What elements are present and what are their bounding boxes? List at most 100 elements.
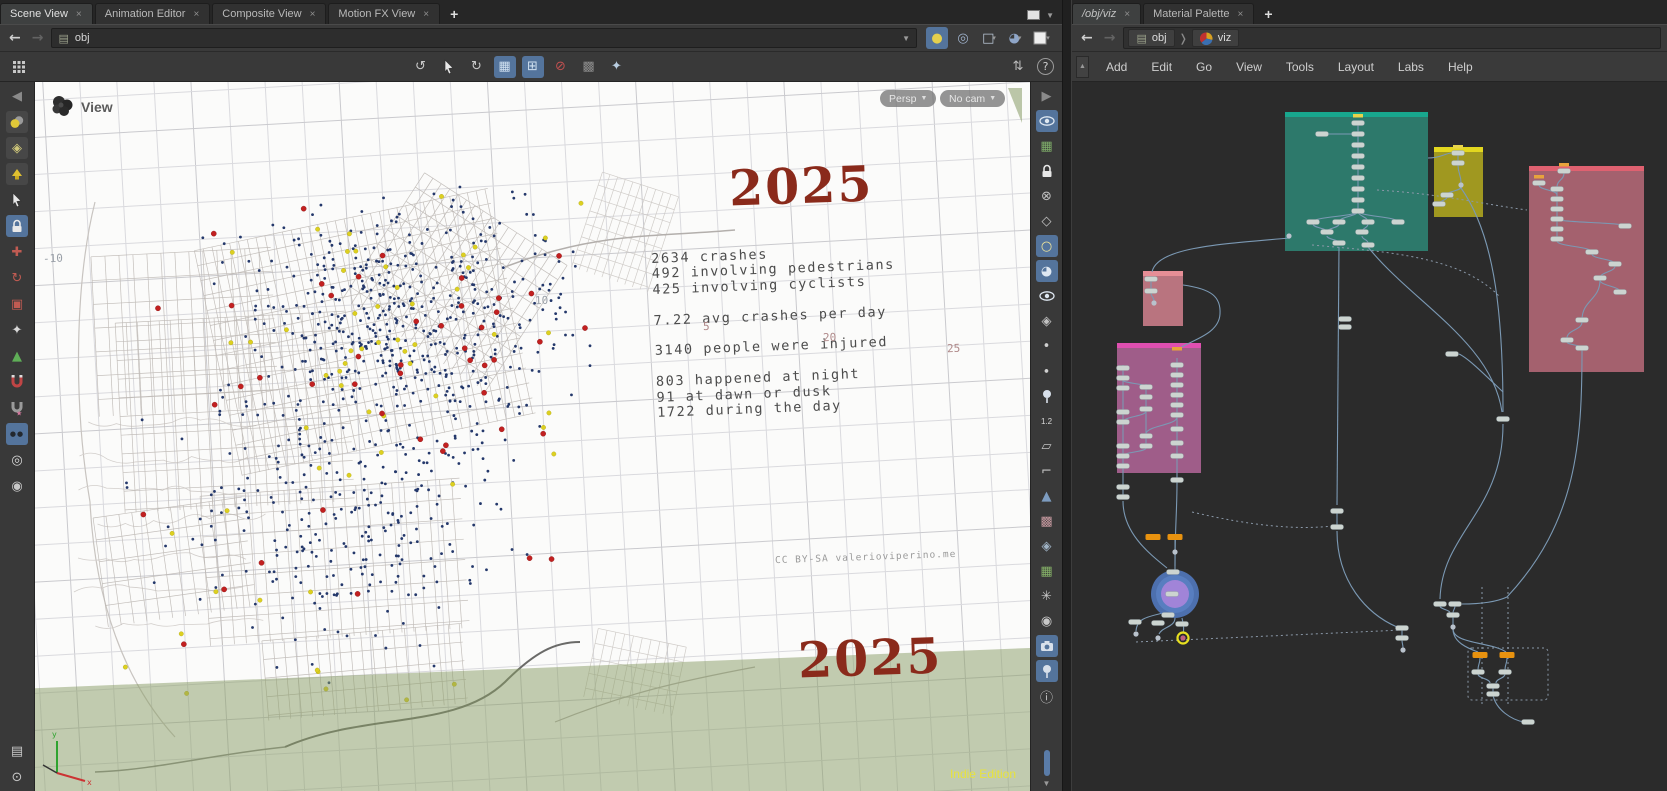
network-node[interactable]	[1117, 454, 1130, 459]
menu-layout[interactable]: Layout	[1327, 56, 1385, 78]
display-preset-icon[interactable]: ◈	[6, 137, 28, 159]
camera-select-button[interactable]: No cam ▼	[940, 90, 1005, 107]
network-node[interactable]	[1441, 193, 1454, 198]
network-node-orange[interactable]	[1168, 534, 1183, 540]
translate-handle-icon[interactable]: ✚	[6, 241, 28, 263]
network-node[interactable]	[1117, 420, 1130, 425]
back-arrow-icon[interactable]: ←	[6, 30, 24, 46]
network-node[interactable]	[1140, 434, 1153, 439]
prim-hull-icon[interactable]: ▱	[1036, 435, 1058, 457]
tab-composite-view[interactable]: Composite View ×	[212, 3, 326, 24]
network-node[interactable]	[1558, 169, 1571, 174]
network-node[interactable]	[1145, 289, 1158, 294]
network-node[interactable]	[1171, 454, 1184, 459]
network-node[interactable]	[1609, 262, 1622, 267]
close-icon[interactable]: ×	[75, 9, 83, 20]
profile-handle-icon[interactable]: ⌐	[1036, 460, 1058, 482]
stow-collapse-icon[interactable]: ◀	[6, 85, 28, 107]
snap-magnet-star-icon[interactable]: ★	[6, 397, 28, 419]
network-node[interactable]	[1145, 277, 1158, 282]
stash-icon[interactable]: ▩	[578, 56, 600, 78]
sort-order-icon[interactable]: ⇅	[1007, 56, 1029, 78]
network-node[interactable]	[1140, 407, 1153, 412]
network-node[interactable]	[1362, 243, 1375, 248]
network-node[interactable]	[1117, 495, 1130, 500]
network-node[interactable]	[1551, 237, 1564, 242]
snap-frame-icon[interactable]: ⊞	[522, 56, 544, 78]
snapshot-camera-icon[interactable]	[1036, 635, 1058, 657]
network-node[interactable]	[1561, 338, 1574, 343]
network-node[interactable]	[1352, 143, 1365, 148]
network-node[interactable]	[1339, 325, 1352, 330]
normal-lighting-icon[interactable]: ○	[1036, 235, 1058, 257]
network-node[interactable]	[1576, 346, 1589, 351]
network-node[interactable]	[1333, 241, 1346, 246]
select-tool-icon[interactable]	[438, 56, 460, 78]
network-node[interactable]	[1433, 202, 1446, 207]
ghosting-off-icon[interactable]: ⊘	[550, 56, 572, 78]
network-node[interactable]	[1176, 622, 1189, 627]
shade-preset-icon[interactable]	[6, 111, 28, 133]
network-node[interactable]	[1129, 620, 1142, 625]
network-node[interactable]	[1472, 670, 1485, 675]
point-normal-icon[interactable]: ∙	[1036, 360, 1058, 382]
persp-view-button[interactable]: Persp ▼	[880, 90, 936, 107]
network-node[interactable]	[1487, 692, 1500, 697]
prim-normal-icon[interactable]: ▲	[1036, 485, 1058, 507]
network-node[interactable]	[1551, 227, 1564, 232]
material-sphere-icon[interactable]: ◕▾	[1004, 27, 1026, 49]
network-node[interactable]	[1117, 485, 1130, 490]
network-node[interactable]	[1487, 684, 1500, 689]
shade-mode-icon[interactable]: ◈	[1036, 535, 1058, 557]
menu-add[interactable]: Add	[1095, 56, 1138, 78]
network-node[interactable]	[1352, 176, 1365, 181]
network-node[interactable]	[1117, 464, 1130, 469]
menu-view[interactable]: View	[1225, 56, 1273, 78]
stow-expand-icon[interactable]: ▶	[1036, 85, 1058, 107]
select-arrow-icon[interactable]	[6, 189, 28, 211]
lamp-preset-icon[interactable]	[6, 163, 28, 185]
viewport-info-icon[interactable]: ⓘ	[1036, 685, 1058, 707]
close-icon[interactable]: ×	[309, 9, 317, 20]
network-node[interactable]	[1171, 373, 1184, 378]
path-field[interactable]: ▤ obj ▼	[51, 28, 917, 48]
tab-scene-view[interactable]: Scene View ×	[0, 3, 93, 24]
view-tumble-icon[interactable]: ●●	[6, 423, 28, 445]
tab-animation-editor[interactable]: Animation Editor ×	[95, 3, 211, 24]
network-node[interactable]	[1331, 509, 1344, 514]
network-node[interactable]	[1551, 197, 1564, 202]
close-icon[interactable]: ×	[192, 9, 200, 20]
no-lighting-icon[interactable]: ⊗	[1036, 185, 1058, 207]
network-node[interactable]	[1352, 132, 1365, 137]
network-node-orange[interactable]	[1146, 534, 1161, 540]
new-tab-button[interactable]: +	[442, 3, 466, 24]
network-node[interactable]	[1396, 626, 1409, 631]
network-node[interactable]	[1352, 165, 1365, 170]
menu-labs[interactable]: Labs	[1387, 56, 1435, 78]
network-node[interactable]	[1162, 613, 1175, 618]
orbit-tool-icon[interactable]: ↺	[410, 56, 432, 78]
network-node[interactable]	[1321, 230, 1334, 235]
network-node[interactable]	[1152, 621, 1165, 626]
close-icon[interactable]: ×	[1237, 9, 1245, 20]
group-highlight-icon[interactable]: ▦	[1036, 560, 1058, 582]
forward-arrow-icon[interactable]: →	[1101, 30, 1119, 46]
network-node[interactable]	[1522, 720, 1535, 725]
network-node[interactable]	[1171, 393, 1184, 398]
network-node-orange[interactable]	[1473, 652, 1488, 658]
viewport-rings-icon[interactable]: ◎	[952, 27, 974, 49]
construction-plane-icon[interactable]: ▦	[1036, 135, 1058, 157]
network-node[interactable]	[1497, 417, 1510, 422]
walkthrough-icon[interactable]: ◉	[6, 475, 28, 497]
network-node[interactable]	[1447, 613, 1460, 618]
network-node[interactable]	[1551, 187, 1564, 192]
display-options-icon[interactable]: ◉	[1036, 610, 1058, 632]
network-node[interactable]	[1356, 230, 1369, 235]
network-node[interactable]	[1362, 220, 1375, 225]
network-node[interactable]	[1551, 217, 1564, 222]
show-displacement-icon[interactable]	[1036, 285, 1058, 307]
visibility-eye-icon[interactable]	[1036, 110, 1058, 132]
path-dropdown-icon[interactable]: ▼	[902, 34, 910, 43]
network-node[interactable]	[1140, 444, 1153, 449]
forward-arrow-icon[interactable]: →	[29, 30, 47, 46]
